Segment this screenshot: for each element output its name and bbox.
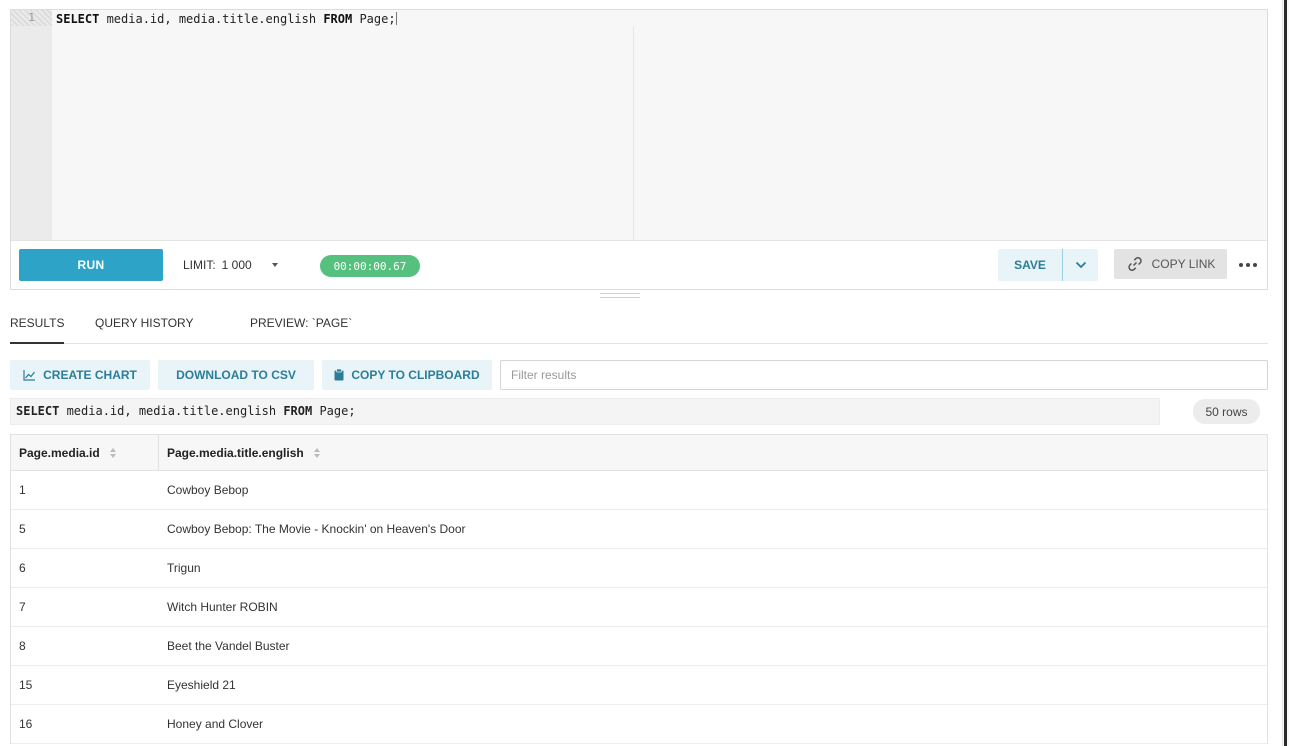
sql-text: Page; bbox=[352, 12, 396, 26]
column-header-label: Page.media.title.english bbox=[167, 446, 304, 460]
limit-label: LIMIT: bbox=[183, 258, 216, 272]
more-horizontal-icon bbox=[1239, 263, 1257, 267]
column-header-media-id[interactable]: Page.media.id bbox=[11, 435, 159, 471]
cell-media-id: 8 bbox=[19, 639, 26, 653]
cell-title-english: Eyeshield 21 bbox=[167, 678, 236, 692]
row-count-badge: 50 rows bbox=[1193, 399, 1260, 424]
editor-gutter: 1 bbox=[11, 10, 52, 240]
page-scrollbar[interactable] bbox=[1282, 0, 1289, 746]
link-icon bbox=[1127, 257, 1142, 271]
resize-handle[interactable] bbox=[600, 293, 640, 298]
sort-icon[interactable] bbox=[313, 448, 320, 458]
table-body: 1 Cowboy Bebop 5 Cowboy Bebop: The Movie - … bbox=[11, 471, 1267, 744]
create-chart-label: CREATE CHART bbox=[43, 368, 137, 382]
elapsed-time-badge: 00:00:00.67 bbox=[320, 255, 420, 277]
cell-media-id: 15 bbox=[19, 678, 33, 692]
copy-clipboard-label: COPY TO CLIPBOARD bbox=[351, 368, 480, 382]
filter-results-input[interactable] bbox=[500, 360, 1268, 390]
sql-keyword: FROM bbox=[323, 12, 353, 26]
cell-title-english: Honey and Clover bbox=[167, 717, 264, 731]
sql-text: media.id, media.title.english bbox=[99, 12, 324, 26]
scrollbar-track bbox=[1284, 0, 1287, 746]
sql-keyword: FROM bbox=[283, 404, 313, 418]
cell-media-id: 1 bbox=[19, 483, 26, 497]
cell-media-id: 5 bbox=[19, 522, 26, 536]
cell-title-english: Cowboy Bebop bbox=[167, 483, 249, 497]
tab-results[interactable]: RESULTS bbox=[10, 316, 65, 344]
table-row[interactable]: 7 Witch Hunter ROBIN bbox=[11, 588, 1267, 627]
more-options-button[interactable] bbox=[1237, 255, 1259, 275]
table-row[interactable]: 1 Cowboy Bebop bbox=[11, 471, 1267, 510]
save-button-group: SAVE bbox=[998, 249, 1098, 281]
cell-title-english: Witch Hunter ROBIN bbox=[167, 600, 278, 614]
chevron-down-icon bbox=[1075, 261, 1086, 269]
column-header-label: Page.media.id bbox=[19, 446, 100, 460]
cell-title-english: Trigun bbox=[167, 561, 201, 575]
editor-print-margin bbox=[633, 26, 634, 240]
column-header-title-english[interactable]: Page.media.title.english bbox=[159, 435, 1267, 471]
sql-editor[interactable]: 1 SELECT media.id, media.title.english F… bbox=[10, 9, 1268, 240]
text-cursor bbox=[395, 12, 397, 25]
chart-icon bbox=[23, 369, 36, 381]
copy-clipboard-button[interactable]: COPY TO CLIPBOARD bbox=[322, 360, 492, 390]
create-chart-button[interactable]: CREATE CHART bbox=[10, 360, 150, 390]
copy-link-button[interactable]: COPY LINK bbox=[1114, 249, 1227, 279]
sql-keyword: SELECT bbox=[56, 12, 100, 26]
copy-link-label: COPY LINK bbox=[1151, 257, 1216, 271]
run-button[interactable]: RUN bbox=[19, 249, 163, 281]
save-options-button[interactable] bbox=[1063, 249, 1098, 281]
cell-title-english: Cowboy Bebop: The Movie - Knockin' on He… bbox=[167, 522, 466, 536]
save-button[interactable]: SAVE bbox=[998, 249, 1062, 281]
download-csv-label: DOWNLOAD TO CSV bbox=[176, 368, 296, 382]
table-row[interactable]: 16 Honey and Clover bbox=[11, 705, 1267, 744]
tab-preview-page[interactable]: PREVIEW: `PAGE` bbox=[250, 316, 352, 342]
sort-icon[interactable] bbox=[109, 448, 116, 458]
table-header: Page.media.id Page.media.title.english bbox=[11, 435, 1267, 471]
line-number: 1 bbox=[11, 10, 52, 26]
sql-text: Page; bbox=[312, 404, 356, 418]
download-csv-button[interactable]: DOWNLOAD TO CSV bbox=[158, 360, 314, 390]
cell-media-id: 6 bbox=[19, 561, 26, 575]
clipboard-icon bbox=[334, 369, 344, 381]
executed-query: SELECT media.id, media.title.english FRO… bbox=[10, 398, 1160, 425]
tab-query-history[interactable]: QUERY HISTORY bbox=[95, 316, 193, 342]
table-row[interactable]: 6 Trigun bbox=[11, 549, 1267, 588]
sql-keyword: SELECT bbox=[16, 404, 60, 418]
limit-value: 1 000 bbox=[221, 258, 252, 272]
limit-selector[interactable]: LIMIT: 1 000 bbox=[183, 258, 278, 272]
results-table: Page.media.id Page.media.title.english 1… bbox=[10, 434, 1268, 744]
table-row[interactable]: 15 Eyeshield 21 bbox=[11, 666, 1267, 705]
results-tabs: RESULTS QUERY HISTORY PREVIEW: `PAGE` bbox=[10, 307, 1268, 344]
cell-media-id: 7 bbox=[19, 600, 26, 614]
editor-toolbar: RUN LIMIT: 1 000 00:00:00.67 SAVE COPY L… bbox=[10, 240, 1268, 290]
cell-media-id: 16 bbox=[19, 717, 33, 731]
editor-code-line[interactable]: SELECT media.id, media.title.english FRO… bbox=[56, 11, 397, 27]
cell-title-english: Beet the Vandel Buster bbox=[167, 639, 290, 653]
sql-text: media.id, media.title.english bbox=[59, 404, 284, 418]
table-row[interactable]: 5 Cowboy Bebop: The Movie - Knockin' on H… bbox=[11, 510, 1267, 549]
caret-down-icon bbox=[271, 263, 278, 267]
table-row[interactable]: 8 Beet the Vandel Buster bbox=[11, 627, 1267, 666]
